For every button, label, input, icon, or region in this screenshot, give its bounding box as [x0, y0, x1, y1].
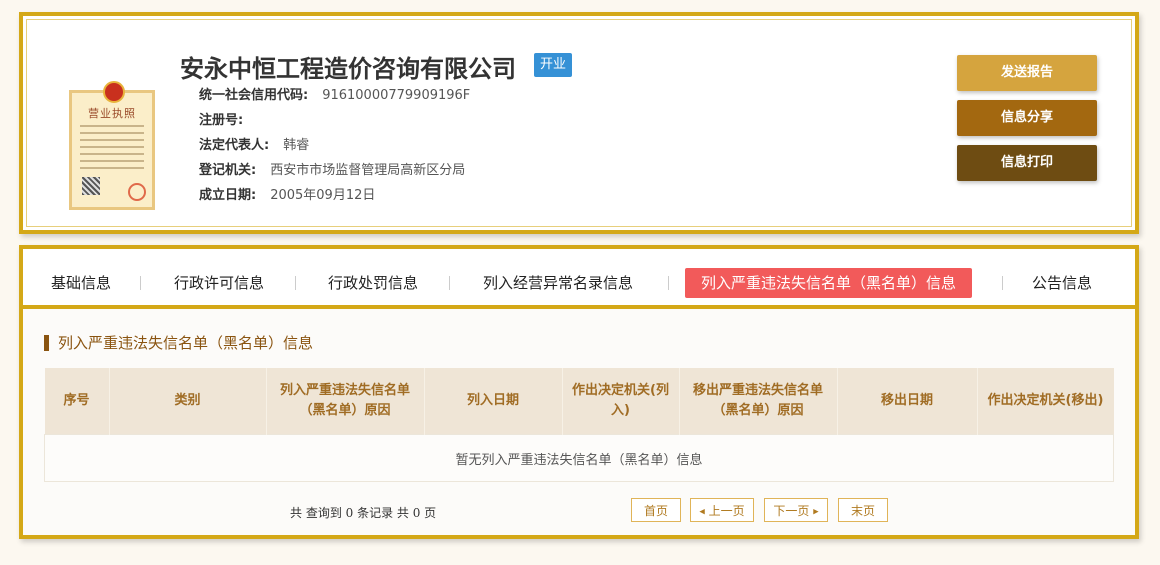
share-info-button[interactable]: 信息分享 — [957, 100, 1097, 136]
send-report-button[interactable]: 发送报告 — [957, 55, 1097, 91]
table-row: 暂无列入严重违法失信名单（黑名单）信息 — [44, 434, 1114, 482]
col-list-date: 列入日期 — [423, 368, 562, 435]
blacklist-table: 序号 类别 列入严重违法失信名单（黑名单）原因 列入日期 作出决定机关(列入) … — [44, 368, 1114, 482]
records-panel: 基础信息 行政许可信息 行政处罚信息 列入经营异常名录信息 列入严重违法失信名单… — [19, 245, 1139, 539]
national-emblem-icon — [103, 81, 125, 103]
info-row-registration-no: 注册号: — [199, 111, 257, 131]
empty-table-message: 暂无列入严重违法失信名单（黑名单）信息 — [44, 434, 1114, 482]
col-category: 类别 — [108, 368, 266, 435]
tab-blacklist[interactable]: 列入严重违法失信名单（黑名单）信息 — [685, 268, 973, 298]
col-remove-date: 移出日期 — [836, 368, 977, 435]
info-label: 成立日期: — [199, 188, 257, 203]
info-value: 韩睿 — [283, 138, 310, 153]
col-list-reason: 列入严重违法失信名单（黑名单）原因 — [265, 368, 424, 435]
next-page-button[interactable]: 下一页 ▶ — [764, 498, 828, 522]
tab-divider — [140, 276, 141, 290]
tab-divider — [668, 276, 669, 290]
col-remove-reason: 移出严重违法失信名单（黑名单）原因 — [678, 368, 837, 435]
col-index: 序号 — [44, 368, 109, 435]
first-page-button[interactable]: 首页 — [631, 498, 681, 522]
info-row-established-date: 成立日期: 2005年09月12日 — [199, 186, 375, 206]
info-label: 登记机关: — [199, 163, 257, 178]
status-badge: 开业 — [534, 53, 573, 77]
pagination-summary: 共 查询到 0 条记录 共 0 页 — [290, 506, 437, 520]
tab-admin-license[interactable]: 行政许可信息 — [174, 268, 264, 298]
tab-divider — [295, 276, 296, 290]
section-title: 列入严重违法失信名单（黑名单）信息 — [44, 335, 313, 351]
triangle-right-icon: ▶ — [813, 507, 819, 516]
print-info-button[interactable]: 信息打印 — [957, 145, 1097, 181]
table-header-row: 序号 类别 列入严重违法失信名单（黑名单）原因 列入日期 作出决定机关(列入) … — [44, 368, 1114, 435]
tab-admin-penalty[interactable]: 行政处罚信息 — [328, 268, 418, 298]
blacklist-section: 列入严重违法失信名单（黑名单）信息 序号 类别 列入严重违法失信名单（黑名单）原… — [23, 309, 1135, 535]
tab-announcements[interactable]: 公告信息 — [1032, 268, 1092, 298]
info-row-credit-code: 统一社会信用代码: 91610000779909196F — [199, 86, 470, 106]
triangle-left-icon: ◀ — [699, 507, 705, 516]
tab-abnormal-operations[interactable]: 列入经营异常名录信息 — [483, 268, 633, 298]
last-page-button[interactable]: 末页 — [838, 498, 888, 522]
license-title: 营业执照 — [88, 107, 136, 120]
col-list-authority: 作出决定机关(列入) — [561, 368, 679, 435]
business-license-image[interactable]: 营业执照 — [69, 81, 155, 210]
company-name: 安永中恒工程造价咨询有限公司 — [180, 54, 516, 83]
col-remove-authority: 作出决定机关(移出) — [976, 368, 1114, 435]
company-info-panel: 营业执照 安永中恒工程造价咨询有限公司 开业 统一社会信用代码: 91610000… — [19, 12, 1139, 234]
info-row-legal-rep: 法定代表人: 韩睿 — [199, 136, 309, 156]
qr-code-icon — [82, 177, 100, 195]
seal-icon — [128, 183, 146, 201]
info-value: 西安市市场监督管理局高新区分局 — [270, 163, 466, 178]
tab-divider — [1002, 276, 1003, 290]
prev-page-button[interactable]: ◀ 上一页 — [690, 498, 754, 522]
info-label: 法定代表人: — [199, 138, 270, 153]
info-label: 统一社会信用代码: — [199, 88, 309, 103]
info-value: 91610000779909196F — [322, 88, 471, 103]
next-page-label: 下一页 — [773, 504, 810, 518]
info-value: 2005年09月12日 — [270, 188, 376, 203]
info-label: 注册号: — [199, 113, 244, 128]
tab-bar: 基础信息 行政许可信息 行政处罚信息 列入经营异常名录信息 列入严重违法失信名单… — [23, 255, 1135, 309]
tab-divider — [449, 276, 450, 290]
info-row-registration-authority: 登记机关: 西安市市场监督管理局高新区分局 — [199, 161, 465, 181]
tab-basic-info[interactable]: 基础信息 — [51, 268, 111, 298]
prev-page-label: 上一页 — [708, 504, 745, 518]
